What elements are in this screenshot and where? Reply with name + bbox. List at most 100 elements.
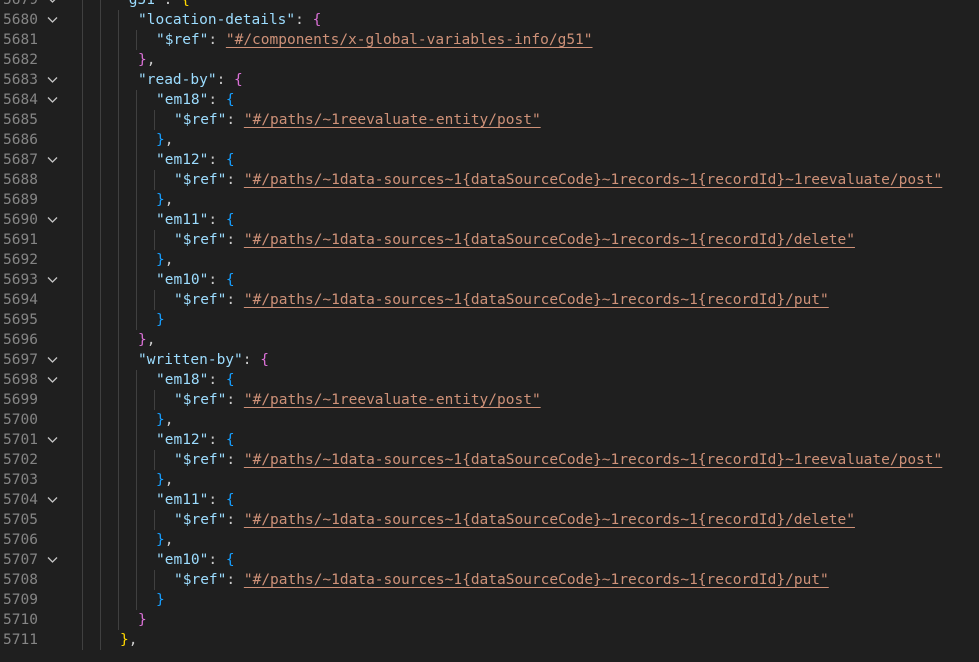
code-line[interactable]: 5708 "$ref": "#/paths/~1data-sources~1{da…	[0, 570, 979, 590]
json-ref-link[interactable]: "#/paths/~1reevaluate-entity/post"	[244, 112, 541, 128]
line-number: 5682	[3, 52, 38, 68]
code-line[interactable]: 5679 "g51": {	[0, 0, 979, 10]
code-line[interactable]: 5693 "em10": {	[0, 270, 979, 290]
chevron-down-icon[interactable]	[46, 350, 60, 370]
indent-guide	[100, 250, 101, 270]
indent-guide	[118, 410, 119, 430]
code-line[interactable]: 5689},	[0, 190, 979, 210]
indent-guide	[82, 0, 83, 10]
code-line[interactable]: 5702 "$ref": "#/paths/~1data-sources~1{da…	[0, 450, 979, 470]
json-ref-link[interactable]: "#/paths/~1data-sources~1{dataSourceCode…	[244, 572, 829, 588]
indent-guide	[82, 590, 83, 610]
chevron-down-icon[interactable]	[46, 270, 60, 290]
code-line[interactable]: 5692},	[0, 250, 979, 270]
code-line[interactable]: 5704 "em11": {	[0, 490, 979, 510]
chevron-down-icon[interactable]	[46, 90, 60, 110]
json-ref-link[interactable]: "#/paths/~1data-sources~1{dataSourceCode…	[244, 452, 942, 468]
code-line[interactable]: 5701 "em12": {	[0, 430, 979, 450]
open-brace: {	[225, 92, 235, 108]
chevron-down-icon[interactable]	[46, 210, 60, 230]
code-line[interactable]: 5694 "$ref": "#/paths/~1data-sources~1{da…	[0, 290, 979, 310]
code-content: "$ref": "#/paths/~1data-sources~1{dataSo…	[174, 510, 855, 530]
code-line[interactable]: 5682},	[0, 50, 979, 70]
json-ref-link[interactable]: "#/paths/~1reevaluate-entity/post"	[244, 392, 541, 408]
code-content: "$ref": "#/paths/~1reevaluate-entity/pos…	[174, 390, 541, 410]
line-number: 5696	[3, 332, 38, 348]
code-line[interactable]: 5703},	[0, 470, 979, 490]
code-line[interactable]: 5691 "$ref": "#/paths/~1data-sources~1{da…	[0, 230, 979, 250]
colon: :	[226, 292, 244, 308]
open-brace: {	[225, 152, 235, 168]
open-brace: {	[225, 372, 235, 388]
indent-guide	[82, 250, 83, 270]
json-ref-link[interactable]: "#/paths/~1data-sources~1{dataSourceCode…	[244, 232, 855, 248]
colon: :	[226, 232, 244, 248]
code-line[interactable]: 5710}	[0, 610, 979, 630]
line-number: 5680	[3, 12, 38, 28]
code-line[interactable]: 5697 "written-by": {	[0, 350, 979, 370]
code-line[interactable]: 5687 "em12": {	[0, 150, 979, 170]
line-gutter: 5688	[0, 170, 66, 190]
indent-guide	[82, 450, 83, 470]
indent-guide	[100, 430, 101, 450]
chevron-down-icon[interactable]	[46, 150, 60, 170]
chevron-down-icon[interactable]	[46, 370, 60, 390]
line-number: 5711	[3, 632, 38, 648]
code-line[interactable]: 5683 "read-by": {	[0, 70, 979, 90]
code-line[interactable]: 5685 "$ref": "#/paths/~1reevaluate-entity…	[0, 110, 979, 130]
json-ref-link[interactable]: "#/components/x-global-variables-info/g5…	[226, 32, 593, 48]
comma: ,	[146, 52, 156, 68]
code-line[interactable]: 5696},	[0, 330, 979, 350]
code-line[interactable]: 5705 "$ref": "#/paths/~1data-sources~1{da…	[0, 510, 979, 530]
code-line[interactable]: 5699 "$ref": "#/paths/~1reevaluate-entity…	[0, 390, 979, 410]
code-line[interactable]: 5690 "em11": {	[0, 210, 979, 230]
code-line[interactable]: 5688 "$ref": "#/paths/~1data-sources~1{da…	[0, 170, 979, 190]
json-key: "em11"	[156, 212, 209, 228]
code-line[interactable]: 5706},	[0, 530, 979, 550]
line-gutter: 5700	[0, 410, 66, 430]
indent-guide	[82, 370, 83, 390]
line-number: 5700	[3, 412, 38, 428]
code-line[interactable]: 5698 "em18": {	[0, 370, 979, 390]
chevron-down-icon[interactable]	[46, 430, 60, 450]
chevron-down-icon[interactable]	[46, 10, 60, 30]
indent-guide	[118, 290, 119, 310]
code-line[interactable]: 5700},	[0, 410, 979, 430]
json-ref-link[interactable]: "#/paths/~1data-sources~1{dataSourceCode…	[244, 512, 855, 528]
indent-guide	[136, 190, 137, 210]
indent-guide	[82, 230, 83, 250]
chevron-down-icon[interactable]	[46, 550, 60, 570]
indent-guide	[118, 350, 119, 370]
indent-guide	[136, 210, 137, 230]
code-line[interactable]: 5681 "$ref": "#/components/x-global-varia…	[0, 30, 979, 50]
code-editor[interactable]: 5679 "g51": {5680 "location-details": {568…	[0, 0, 979, 650]
line-number: 5692	[3, 252, 38, 268]
code-line[interactable]: 5684 "em18": {	[0, 90, 979, 110]
colon: :	[226, 572, 244, 588]
json-ref-link[interactable]: "#/paths/~1data-sources~1{dataSourceCode…	[244, 172, 942, 188]
code-line[interactable]: 5680 "location-details": {	[0, 10, 979, 30]
indent-guide	[100, 50, 101, 70]
chevron-down-icon[interactable]	[46, 70, 60, 90]
indent-guide	[154, 390, 155, 410]
comma: ,	[146, 332, 156, 348]
chevron-down-icon[interactable]	[46, 0, 60, 10]
indent-guide	[100, 350, 101, 370]
indent-guide	[136, 250, 137, 270]
indent-guide	[118, 570, 119, 590]
indent-guide	[118, 90, 119, 110]
code-line[interactable]: 5709}	[0, 590, 979, 610]
code-line[interactable]: 5695}	[0, 310, 979, 330]
chevron-down-icon[interactable]	[46, 490, 60, 510]
colon: :	[208, 372, 226, 388]
code-line[interactable]: 5707 "em10": {	[0, 550, 979, 570]
line-gutter: 5705	[0, 510, 66, 530]
json-ref-link[interactable]: "#/paths/~1data-sources~1{dataSourceCode…	[244, 292, 829, 308]
json-key: "read-by"	[138, 72, 217, 88]
indent-guide	[100, 450, 101, 470]
code-line[interactable]: 5686},	[0, 130, 979, 150]
code-line[interactable]: 5711},	[0, 630, 979, 650]
indent-guide	[118, 130, 119, 150]
indent-guide	[82, 470, 83, 490]
line-number: 5709	[3, 592, 38, 608]
